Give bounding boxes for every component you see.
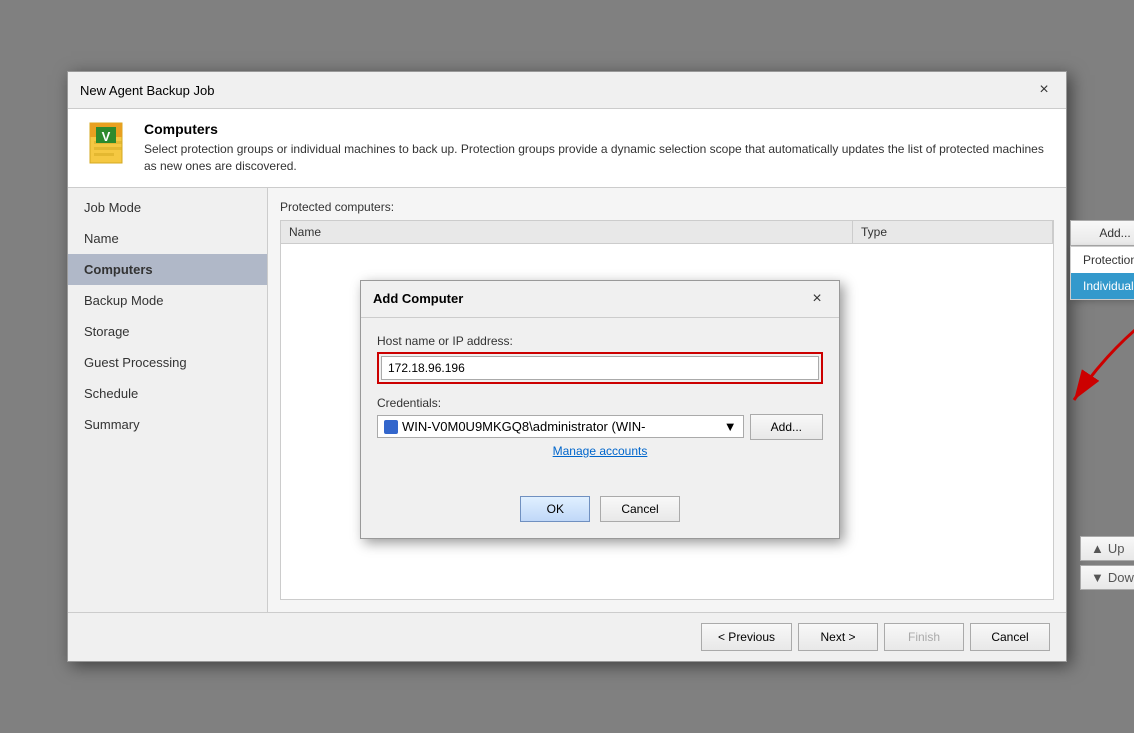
window-title: New Agent Backup Job — [80, 83, 214, 98]
next-button[interactable]: Next > — [798, 623, 878, 651]
title-bar: New Agent Backup Job × — [68, 72, 1066, 109]
modal-close-button[interactable]: × — [807, 289, 827, 309]
col-name: Name — [281, 221, 853, 243]
header-icon-svg: V — [84, 121, 132, 169]
header-title: Computers — [144, 121, 1050, 137]
dropdown-chevron-icon: ▼ — [724, 419, 737, 434]
add-computer-modal-container: Add Computer × Host name or IP address: — [360, 280, 840, 539]
right-buttons: Add... Protection group... Individual co… — [1070, 220, 1134, 246]
main-window: New Agent Backup Job × V Computers Selec… — [67, 71, 1067, 662]
sidebar: Job Mode Name Computers Backup Mode Stor… — [68, 188, 268, 612]
down-button[interactable]: ▼ Down — [1080, 565, 1134, 590]
content-area: Protected computers: Name Type Add... Pr… — [268, 188, 1066, 612]
sidebar-item-guest-processing[interactable]: Guest Processing — [68, 347, 267, 378]
table-header: Name Type — [281, 221, 1053, 244]
up-arrow-icon: ▲ — [1091, 541, 1104, 556]
modal-cancel-button[interactable]: Cancel — [600, 496, 679, 522]
add-dropdown-menu: Protection group... Individual computer.… — [1070, 246, 1134, 300]
header-section: V Computers Select protection groups or … — [68, 109, 1066, 188]
previous-button[interactable]: < Previous — [701, 623, 792, 651]
header-description: Select protection groups or individual m… — [144, 141, 1050, 175]
host-label: Host name or IP address: — [377, 334, 823, 348]
add-button[interactable]: Add... — [1070, 220, 1134, 246]
sidebar-item-computers[interactable]: Computers — [68, 254, 267, 285]
credentials-value: WIN-V0M0U9MKGQ8\administrator (WIN- — [402, 419, 720, 434]
host-form-group: Host name or IP address: — [377, 334, 823, 384]
credential-icon — [384, 420, 398, 434]
credentials-form-group: Credentials: WIN-V0M0U9MKGQ8\administrat… — [377, 396, 823, 458]
manage-accounts-link[interactable]: Manage accounts — [377, 444, 823, 458]
sidebar-item-name[interactable]: Name — [68, 223, 267, 254]
cancel-button[interactable]: Cancel — [970, 623, 1050, 651]
bottom-bar: < Previous Next > Finish Cancel — [68, 612, 1066, 661]
credentials-select[interactable]: WIN-V0M0U9MKGQ8\administrator (WIN- ▼ — [377, 415, 744, 438]
dropdown-item-protection-group[interactable]: Protection group... — [1071, 247, 1134, 273]
dropdown-item-individual-computer[interactable]: Individual computer... — [1071, 273, 1134, 299]
window-close-button[interactable]: × — [1034, 80, 1054, 100]
modal-title: Add Computer — [373, 291, 463, 306]
add-computer-modal: Add Computer × Host name or IP address: — [360, 280, 840, 539]
modal-title-bar: Add Computer × — [361, 281, 839, 318]
credentials-add-button[interactable]: Add... — [750, 414, 823, 440]
sidebar-item-schedule[interactable]: Schedule — [68, 378, 267, 409]
sidebar-item-storage[interactable]: Storage — [68, 316, 267, 347]
host-input[interactable] — [381, 356, 819, 380]
sidebar-item-job-mode[interactable]: Job Mode — [68, 192, 267, 223]
up-down-buttons: ▲ Up ▼ Down — [1080, 536, 1134, 590]
credentials-row: WIN-V0M0U9MKGQ8\administrator (WIN- ▼ Ad… — [377, 414, 823, 440]
sidebar-item-backup-mode[interactable]: Backup Mode — [68, 285, 267, 316]
ok-button[interactable]: OK — [520, 496, 590, 522]
finish-button[interactable]: Finish — [884, 623, 964, 651]
credentials-label: Credentials: — [377, 396, 823, 410]
col-type: Type — [853, 221, 1053, 243]
app-icon: V — [84, 121, 132, 169]
sidebar-item-summary[interactable]: Summary — [68, 409, 267, 440]
modal-body: Host name or IP address: Credentials: — [361, 318, 839, 486]
modal-footer: OK Cancel — [361, 486, 839, 538]
down-arrow-icon: ▼ — [1091, 570, 1104, 585]
main-content: Job Mode Name Computers Backup Mode Stor… — [68, 188, 1066, 612]
section-label: Protected computers: — [280, 200, 1054, 214]
header-text: Computers Select protection groups or in… — [144, 121, 1050, 175]
up-button[interactable]: ▲ Up — [1080, 536, 1134, 561]
svg-text:V: V — [102, 129, 111, 144]
